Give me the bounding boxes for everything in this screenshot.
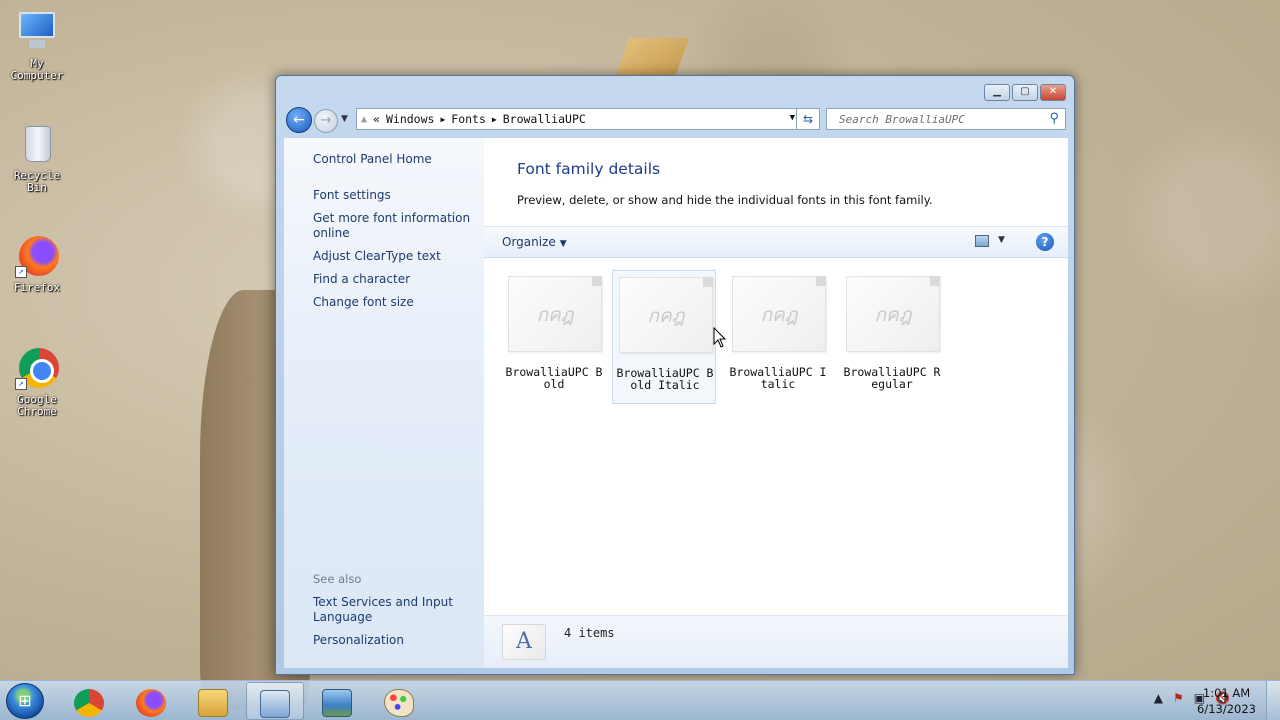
explorer-window: ▁ ▢ ✕ ← → ▼ ▲ « Windows ▶ Fonts ▶ Browal…: [275, 75, 1075, 675]
font-file-icon: A: [502, 624, 546, 660]
picture-icon: [322, 688, 352, 717]
font-name: BrowalliaUPC Bold Italic: [616, 366, 714, 392]
taskbar-paint[interactable]: [370, 682, 428, 720]
desktop-icon-label: Google Chrome: [17, 393, 57, 418]
link-personalization[interactable]: Personalization: [313, 633, 478, 648]
font-preview-icon: กคฎ: [732, 276, 826, 352]
link-adjust-cleartype[interactable]: Adjust ClearType text: [313, 249, 478, 264]
back-button[interactable]: ←: [286, 107, 312, 133]
breadcrumb-fonts[interactable]: Fonts: [451, 112, 486, 126]
search-icon[interactable]: ⚲: [1049, 111, 1059, 126]
page-description: Preview, delete, or show and hide the in…: [517, 193, 933, 207]
desktop-icon-my-computer[interactable]: My Computer: [4, 10, 70, 82]
link-control-panel-home[interactable]: Control Panel Home: [313, 152, 478, 167]
command-toolbar: Organize ▼ ▼ ?: [484, 226, 1068, 258]
clock-time: 1:01 AM: [1202, 686, 1251, 700]
folder-icon: ▲: [361, 113, 368, 125]
font-tile-regular[interactable]: กคฎ BrowalliaUPC Regular: [840, 270, 944, 404]
breadcrumb-windows[interactable]: Windows: [386, 112, 434, 126]
computer-icon: [15, 10, 59, 54]
link-get-more-font-info[interactable]: Get more font information online: [313, 211, 478, 241]
desktop-icon-label: Firefox: [13, 281, 61, 294]
taskbar-control-panel[interactable]: [246, 682, 304, 720]
refresh-button[interactable]: ⇆: [796, 108, 820, 130]
link-font-settings[interactable]: Font settings: [313, 188, 478, 203]
font-preview-icon: กคฎ: [619, 277, 713, 353]
link-text-services[interactable]: Text Services and Input Language: [313, 595, 478, 625]
font-tile-italic[interactable]: กคฎ BrowalliaUPC Italic: [726, 270, 830, 404]
show-hidden-icons-icon[interactable]: ▲: [1154, 691, 1163, 705]
font-preview-icon: กคฎ: [508, 276, 602, 352]
search-input[interactable]: Search BrowalliaUPC ⚲: [826, 108, 1066, 130]
chrome-icon: ↗: [15, 346, 59, 390]
taskbar-file-explorer[interactable]: [184, 682, 242, 720]
window-content: Control Panel Home Font settings Get mor…: [284, 138, 1068, 668]
breadcrumb-separator-icon[interactable]: ▶: [492, 115, 497, 124]
folder-icon: [198, 688, 228, 717]
recycle-bin-icon: [15, 122, 59, 166]
see-also-heading: See also: [313, 572, 362, 586]
font-name: BrowalliaUPC Regular: [843, 365, 941, 391]
font-tile-bold[interactable]: กคฎ BrowalliaUPC Bold: [502, 270, 606, 404]
desktop-icon-google-chrome[interactable]: ↗ Google Chrome: [4, 346, 70, 418]
address-overflow-chevron[interactable]: «: [373, 112, 380, 126]
breadcrumb-browalliaupc[interactable]: BrowalliaUPC: [503, 112, 586, 126]
close-button[interactable]: ✕: [1040, 84, 1066, 101]
search-placeholder: Search BrowalliaUPC: [839, 112, 965, 126]
show-desktop-button[interactable]: [1266, 681, 1280, 720]
font-name: BrowalliaUPC Italic: [729, 365, 827, 391]
link-change-font-size[interactable]: Change font size: [313, 295, 478, 310]
desktop-icon-firefox[interactable]: ↗ Firefox: [4, 234, 70, 294]
font-preview-icon: กคฎ: [846, 276, 940, 352]
taskbar-photo-viewer[interactable]: [308, 682, 366, 720]
taskbar-firefox[interactable]: [122, 682, 180, 720]
font-tile-bold-italic[interactable]: กคฎ BrowalliaUPC Bold Italic: [612, 270, 716, 404]
desktop-icon-recycle-bin[interactable]: Recycle Bin: [4, 122, 70, 194]
start-button[interactable]: ⊞: [6, 683, 44, 719]
font-name: BrowalliaUPC Bold: [505, 365, 603, 391]
organize-button[interactable]: Organize ▼: [502, 235, 567, 249]
desktop-icon-label: Recycle Bin: [13, 169, 61, 194]
paint-palette-icon: [384, 688, 414, 717]
address-bar[interactable]: ▲ « Windows ▶ Fonts ▶ BrowalliaUPC ▼: [356, 108, 800, 130]
font-list: กคฎ BrowalliaUPC Bold กคฎ BrowalliaUPC B…: [502, 270, 1062, 410]
shortcut-arrow-icon: ↗: [15, 266, 27, 278]
help-icon[interactable]: ?: [1036, 233, 1054, 251]
chevron-down-icon: ▼: [559, 239, 567, 249]
link-find-character[interactable]: Find a character: [313, 272, 478, 287]
clock[interactable]: 1:01 AM 6/13/2023: [1197, 685, 1256, 717]
page-title: Font family details: [517, 160, 661, 178]
firefox-icon: [136, 688, 166, 717]
maximize-button[interactable]: ▢: [1012, 84, 1038, 101]
minimize-button[interactable]: ▁: [984, 84, 1010, 101]
chrome-icon: [74, 688, 104, 717]
desktop-icon-label: My Computer: [10, 57, 64, 82]
control-panel-icon: [260, 689, 290, 718]
clock-date: 6/13/2023: [1197, 702, 1256, 716]
details-pane: A 4 items: [484, 615, 1068, 668]
organize-label: Organize: [502, 235, 556, 249]
forward-button[interactable]: →: [314, 109, 338, 133]
address-dropdown-icon[interactable]: ▼: [790, 113, 795, 123]
action-center-icon[interactable]: ⚑: [1173, 691, 1184, 705]
navigation-bar: ← → ▼ ▲ « Windows ▶ Fonts ▶ BrowalliaUPC…: [284, 104, 1066, 134]
view-options-chevron-icon[interactable]: ▼: [998, 235, 1005, 245]
mouse-cursor-icon: [713, 327, 727, 348]
firefox-icon: ↗: [15, 234, 59, 278]
tasks-pane: Control Panel Home Font settings Get mor…: [284, 138, 484, 668]
shortcut-arrow-icon: ↗: [15, 378, 27, 390]
breadcrumb-separator-icon[interactable]: ▶: [440, 115, 445, 124]
item-count: 4 items: [564, 626, 615, 640]
window-controls: ▁ ▢ ✕: [984, 84, 1066, 101]
taskbar-chrome[interactable]: [60, 682, 118, 720]
taskbar: ⊞ ▲ ⚑ ▣ 🔇 1:01 AM 6/13/2023: [0, 680, 1280, 720]
font-family-pane: Font family details Preview, delete, or …: [484, 138, 1068, 668]
recent-pages-chevron-icon[interactable]: ▼: [341, 114, 348, 124]
change-view-icon[interactable]: [975, 235, 989, 247]
